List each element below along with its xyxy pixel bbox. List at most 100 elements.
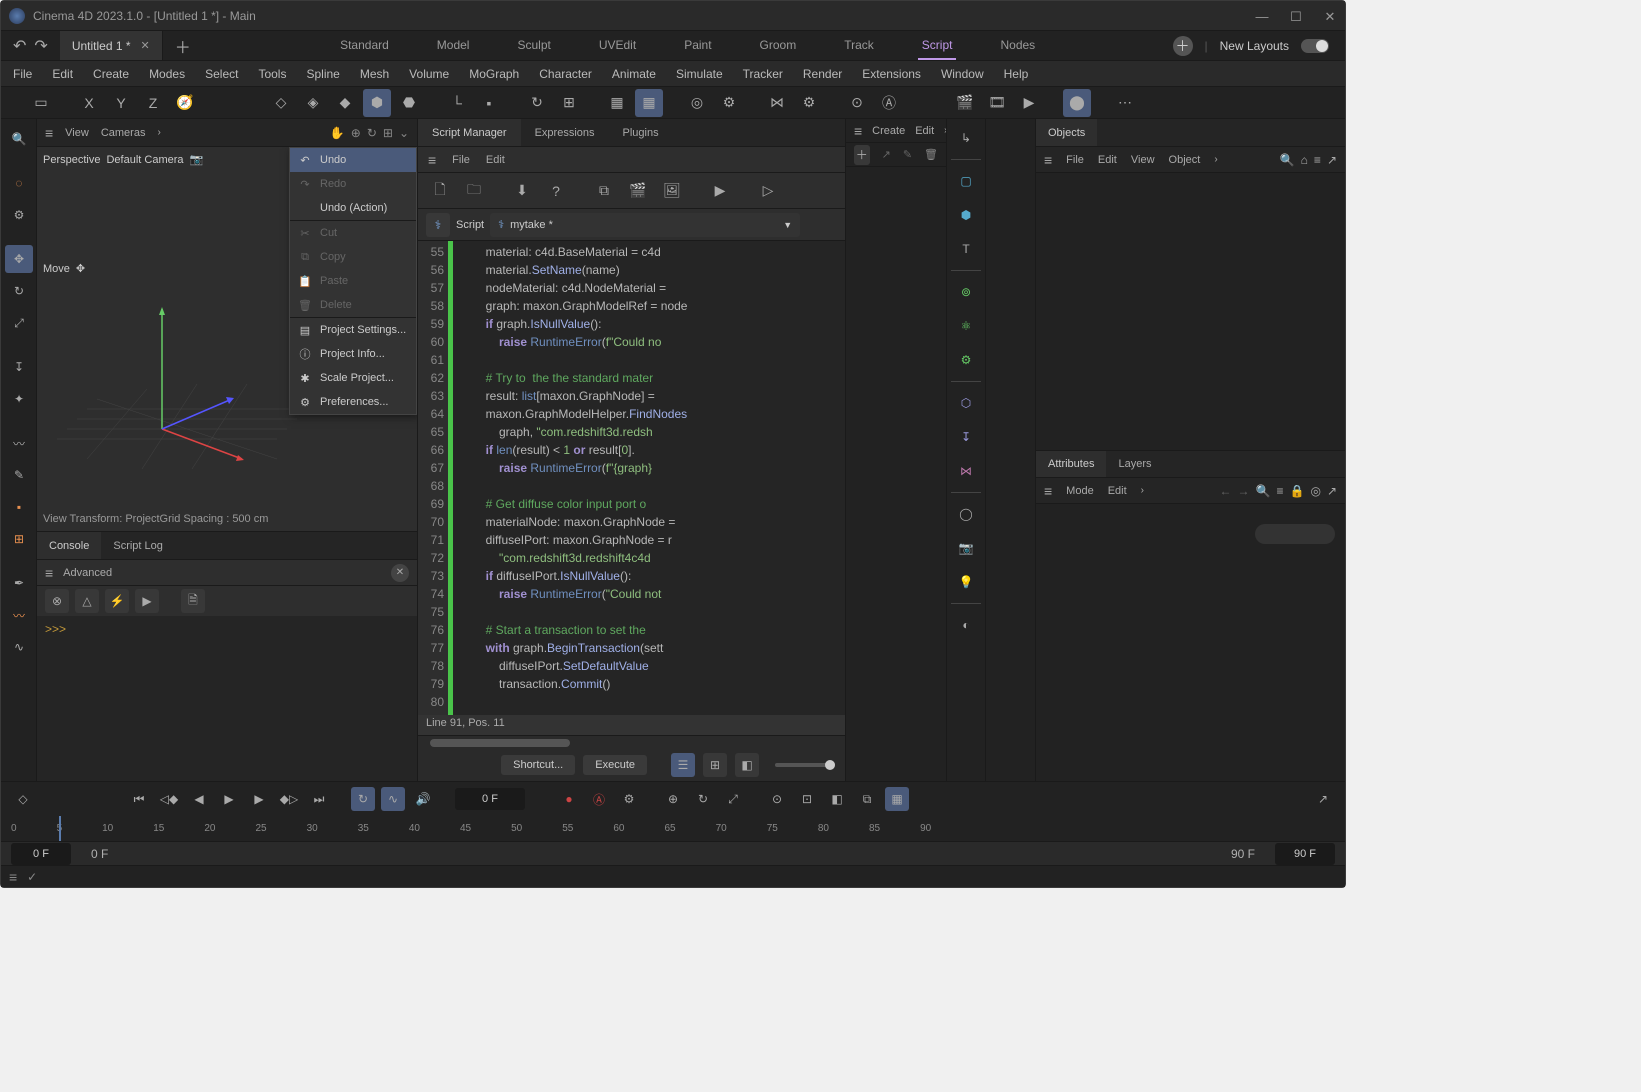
- menu-tools[interactable]: Tools: [258, 67, 286, 81]
- brush2-tool-icon[interactable]: ✎: [5, 461, 33, 489]
- menu-help[interactable]: Help: [1004, 67, 1029, 81]
- ctx-undo[interactable]: ↶Undo: [290, 148, 416, 172]
- ctx-delete[interactable]: 🗑Delete: [290, 293, 416, 317]
- target-icon[interactable]: ◎: [1310, 484, 1320, 498]
- menu-edit[interactable]: Edit: [52, 67, 73, 81]
- rotate-tool-icon[interactable]: ↻: [5, 277, 33, 305]
- x-axis-button[interactable]: X: [75, 89, 103, 117]
- document-tab[interactable]: Untitled 1 * ✕: [60, 31, 163, 60]
- gear-icon[interactable]: ⚙: [715, 89, 743, 117]
- menu-simulate[interactable]: Simulate: [676, 67, 723, 81]
- create-menu[interactable]: Create: [872, 125, 905, 137]
- tag2-icon[interactable]: ↧: [951, 422, 981, 452]
- script-manager-tab[interactable]: Script Manager: [418, 119, 521, 146]
- hamburger-icon[interactable]: ≡: [9, 869, 17, 885]
- layout-tab-sculpt[interactable]: Sculpt: [513, 32, 554, 60]
- search-attr-icon[interactable]: 🔍: [1256, 484, 1271, 498]
- arrow-icon[interactable]: ↗: [882, 148, 891, 161]
- film-icon[interactable]: 🎞: [983, 89, 1011, 117]
- popout-icon[interactable]: ↗: [1327, 484, 1337, 498]
- zoom-slider[interactable]: [775, 763, 835, 767]
- target-vp-icon[interactable]: ⊕: [351, 126, 361, 140]
- chevron-down-toggle-icon[interactable]: ⌄: [399, 126, 409, 140]
- menu-render[interactable]: Render: [803, 67, 842, 81]
- layout-tab-nodes[interactable]: Nodes: [996, 32, 1039, 60]
- tag3-icon[interactable]: ⋈: [951, 456, 981, 486]
- chevron-right-icon[interactable]: ›: [157, 127, 160, 138]
- last-frame-icon[interactable]: ⏭: [307, 787, 331, 811]
- script-file-menu[interactable]: File: [452, 154, 470, 166]
- redo-icon[interactable]: ↷: [34, 36, 47, 56]
- curve-tool-icon[interactable]: 〰: [5, 601, 33, 629]
- stop-icon[interactable]: ⊗: [45, 589, 69, 613]
- open-folder-icon[interactable]: 🗀: [460, 177, 488, 205]
- hamburger-icon[interactable]: ≡: [45, 125, 53, 141]
- ctx-project-info[interactable]: ⓘProject Info...: [290, 342, 416, 366]
- menu-create[interactable]: Create: [93, 67, 129, 81]
- align-icon[interactable]: └: [443, 89, 471, 117]
- filter-icon[interactable]: ≡: [1314, 153, 1321, 167]
- next-frame-icon[interactable]: ▶: [247, 787, 271, 811]
- fcurve-icon[interactable]: ∿: [381, 787, 405, 811]
- copy-key-icon[interactable]: ⧉: [855, 787, 879, 811]
- eff-icon[interactable]: ◐: [951, 610, 981, 640]
- gear-tool-icon[interactable]: ⚙: [5, 201, 33, 229]
- save-icon[interactable]: ⬇: [508, 177, 536, 205]
- shortcut-button[interactable]: Shortcut...: [501, 755, 575, 775]
- start-frame-field[interactable]: 0 F: [11, 843, 71, 865]
- move-tool-icon[interactable]: ✥: [5, 245, 33, 273]
- text-icon[interactable]: T: [951, 234, 981, 264]
- overlay1-icon[interactable]: ⊙: [843, 89, 871, 117]
- atom-icon[interactable]: ⊚: [951, 277, 981, 307]
- target-icon[interactable]: ◎: [683, 89, 711, 117]
- dark-square-icon[interactable]: ▪: [475, 89, 503, 117]
- cube-outline-icon[interactable]: ◇: [267, 89, 295, 117]
- hamburger-icon[interactable]: ≡: [428, 152, 436, 168]
- link-icon[interactable]: ⚛: [951, 311, 981, 341]
- world-axis-icon[interactable]: 🧭: [171, 89, 199, 117]
- end-frame-field[interactable]: 90 F: [1275, 843, 1335, 865]
- vp-view-menu[interactable]: View: [65, 127, 89, 139]
- history-icon[interactable]: ▭: [27, 89, 55, 117]
- cube3d-icon[interactable]: ⬢: [951, 200, 981, 230]
- cube-dashed-icon[interactable]: ◈: [299, 89, 327, 117]
- ctx-undo-action[interactable]: Undo (Action): [290, 196, 416, 220]
- layout-tab-paint[interactable]: Paint: [680, 32, 715, 60]
- edit-menu[interactable]: Edit: [915, 125, 934, 137]
- layers-tab[interactable]: Layers: [1106, 451, 1163, 477]
- tag1-icon[interactable]: ⬡: [951, 388, 981, 418]
- obj-edit-menu[interactable]: Edit: [1098, 154, 1117, 166]
- clapper-icon[interactable]: 🎬: [624, 177, 652, 205]
- options-icon[interactable]: ⋯: [1111, 89, 1139, 117]
- record-icon[interactable]: ●: [557, 787, 581, 811]
- copy-script-icon[interactable]: ⧉: [590, 177, 618, 205]
- trash-icon[interactable]: 🗑: [924, 148, 938, 161]
- back-icon[interactable]: ←: [1220, 484, 1232, 498]
- sym-settings-icon[interactable]: ⚙: [795, 89, 823, 117]
- exec-icon[interactable]: ▷: [754, 177, 782, 205]
- guides-icon[interactable]: ▦: [635, 89, 663, 117]
- expressions-tab[interactable]: Expressions: [521, 119, 609, 146]
- menu-tracker[interactable]: Tracker: [743, 67, 783, 81]
- layout-tab-uvedit[interactable]: UVEdit: [595, 32, 640, 60]
- lock-icon[interactable]: 🔒: [1290, 484, 1305, 498]
- plugins-tab[interactable]: Plugins: [609, 119, 673, 146]
- layout-tab-standard[interactable]: Standard: [336, 32, 393, 60]
- search-icon[interactable]: 🔍: [1280, 153, 1295, 167]
- undo-icon[interactable]: ↶: [13, 36, 26, 56]
- pivot-icon[interactable]: ↳: [951, 123, 981, 153]
- house-icon[interactable]: ⌂: [1301, 153, 1308, 167]
- menu-character[interactable]: Character: [539, 67, 592, 81]
- pl-key-icon[interactable]: ⊡: [795, 787, 819, 811]
- list-icon[interactable]: ≡: [1276, 484, 1283, 498]
- console-output[interactable]: >>>: [37, 616, 417, 781]
- next-key-icon[interactable]: ◆▷: [277, 787, 301, 811]
- script-log-tab[interactable]: Script Log: [101, 532, 175, 559]
- ctx-cut[interactable]: ✂Cut: [290, 221, 416, 245]
- obj-object-menu[interactable]: Object: [1169, 154, 1201, 166]
- material-tool-icon[interactable]: ▪: [5, 493, 33, 521]
- expand-tl-icon[interactable]: ↗: [1311, 787, 1335, 811]
- menu-extensions[interactable]: Extensions: [862, 67, 921, 81]
- help-icon[interactable]: ?: [542, 177, 570, 205]
- param-key-icon[interactable]: ⊙: [765, 787, 789, 811]
